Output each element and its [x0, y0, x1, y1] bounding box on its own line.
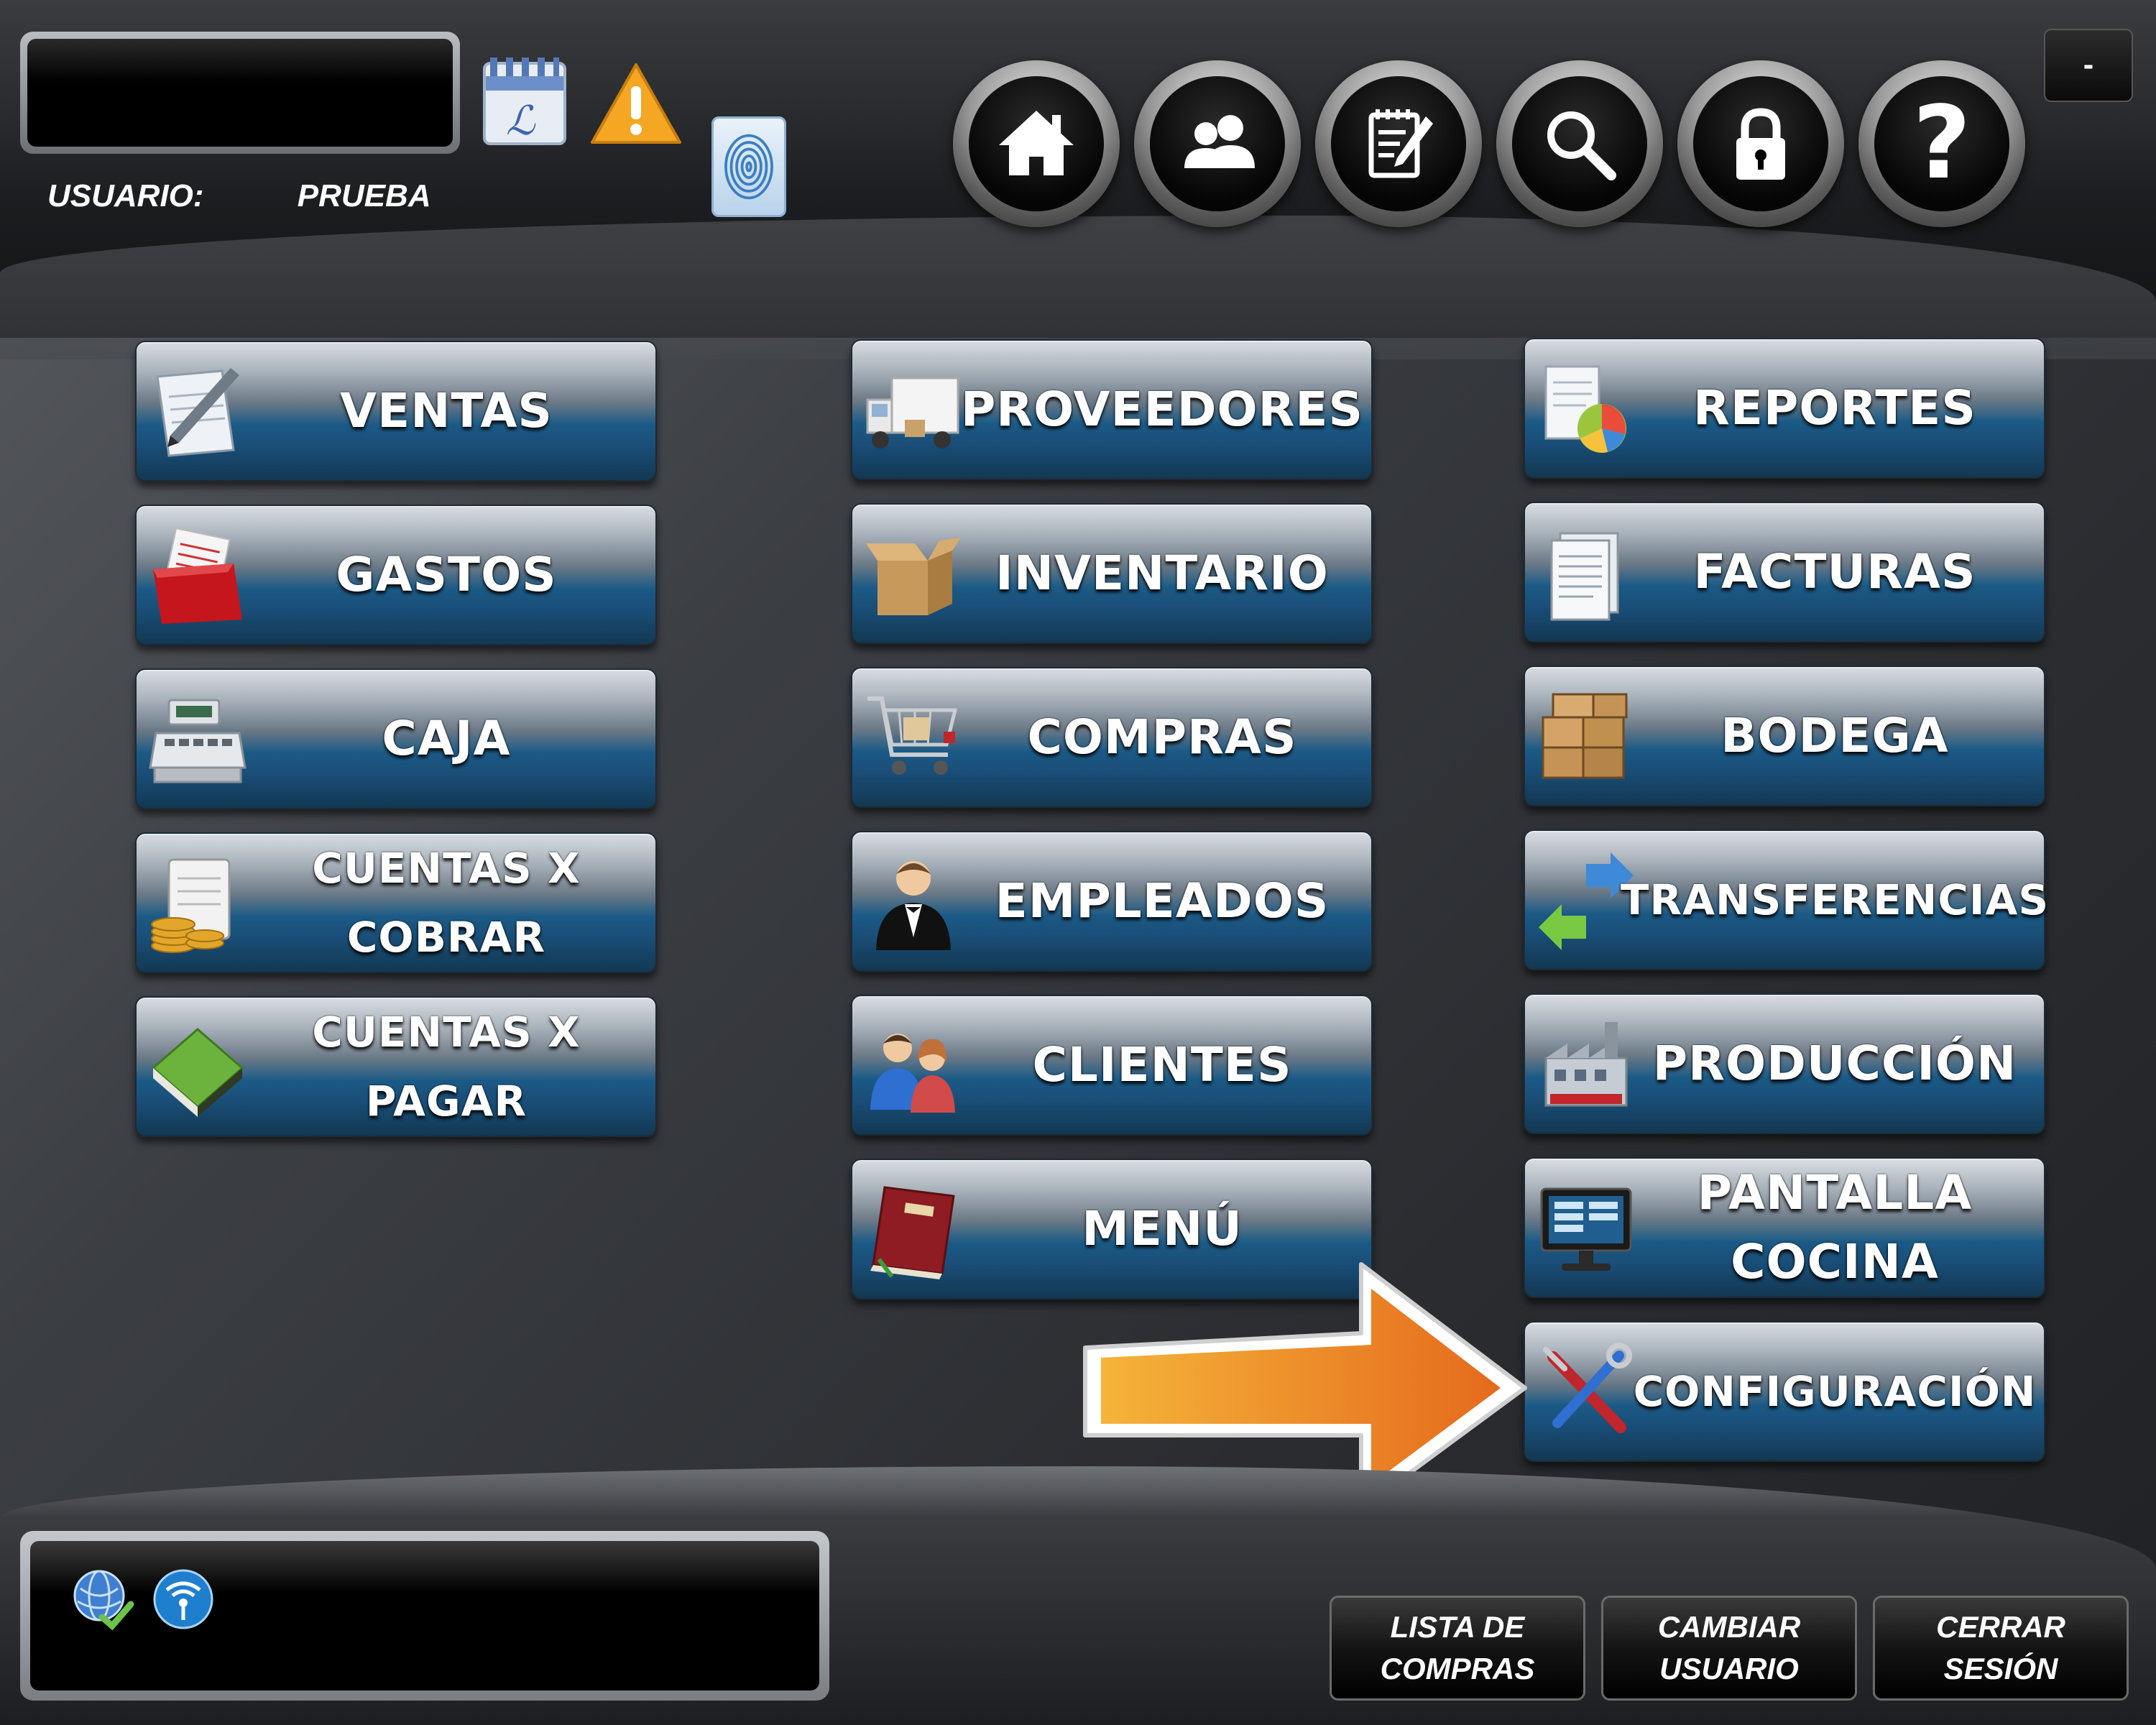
module-inventario-button[interactable]: INVENTARIO — [851, 503, 1373, 644]
shopping-cart-icon — [860, 676, 967, 802]
calendar-icon[interactable]: ℒ — [483, 58, 566, 145]
module-inventario-label: INVENTARIO — [995, 546, 1329, 601]
red-folder-icon — [144, 513, 252, 640]
module-cuentas-cobrar-label: CUENTAS X COBRAR — [312, 844, 581, 962]
top-display — [20, 32, 460, 154]
nav-lock-button[interactable] — [1677, 60, 1844, 227]
globe-check-icon — [73, 1570, 134, 1631]
status-display-screen — [30, 1541, 819, 1690]
nav-help-button[interactable]: ? — [1858, 60, 2025, 227]
module-reportes-label: REPORTES — [1693, 380, 1976, 436]
module-gastos-button[interactable]: GASTOS — [135, 505, 657, 645]
module-clientes-label: CLIENTES — [1032, 1037, 1292, 1092]
module-proveedores-button[interactable]: PROVEEDORES — [851, 339, 1373, 480]
user-label: USUARIO: — [47, 178, 204, 213]
module-ventas-button[interactable]: VENTAS — [135, 341, 657, 482]
user-value: PRUEBA — [297, 178, 431, 213]
module-gastos-label: GASTOS — [336, 547, 557, 602]
module-caja-label: CAJA — [382, 711, 511, 766]
cambiar-usuario-button[interactable]: CAMBIAR USUARIO — [1601, 1596, 1857, 1701]
minimize-button[interactable]: - — [2044, 29, 2133, 102]
module-pantalla-cocina-button[interactable]: PANTALLA COCINA — [1524, 1157, 2045, 1298]
module-caja-button[interactable]: CAJA — [135, 668, 657, 809]
module-compras-label: COMPRAS — [1027, 709, 1297, 765]
lock-icon — [1693, 76, 1828, 211]
monitor-icon — [1532, 1166, 1640, 1292]
module-bodega-label: BODEGA — [1720, 708, 1949, 763]
report-chart-icon — [1532, 346, 1640, 473]
module-cuentas-cobrar-button[interactable]: CUENTAS X COBRAR — [135, 832, 657, 973]
fingerprint-icon[interactable] — [711, 116, 786, 217]
module-empleados-label: EMPLEADOS — [995, 873, 1330, 929]
module-empleados-button[interactable]: EMPLEADOS — [851, 831, 1373, 972]
delivery-truck-icon — [860, 348, 967, 474]
green-book-icon — [144, 1005, 252, 1131]
module-ventas-label: VENTAS — [340, 383, 553, 438]
module-pantalla-cocina-label: PANTALLA COCINA — [1697, 1165, 1973, 1289]
search-icon — [1512, 76, 1647, 211]
users-icon — [1150, 76, 1285, 211]
module-configuracion-label: CONFIGURACIÓN — [1633, 1367, 2037, 1416]
warning-icon[interactable] — [589, 62, 683, 145]
customers-icon — [860, 1003, 967, 1130]
cash-register-icon — [144, 677, 252, 804]
help-glyph: ? — [1912, 85, 1971, 202]
lista-compras-button[interactable]: LISTA DE COMPRAS — [1330, 1596, 1585, 1701]
user-info: USUARIO: PRUEBA — [47, 178, 431, 214]
module-cuentas-pagar-label: CUENTAS X PAGAR — [312, 1008, 581, 1126]
module-cuentas-pagar-button[interactable]: CUENTAS X PAGAR — [135, 996, 657, 1137]
factory-icon — [1532, 1002, 1640, 1128]
invoice-icon — [1532, 510, 1640, 637]
cardboard-box-icon — [860, 512, 967, 638]
module-compras-button[interactable]: COMPRAS — [851, 667, 1373, 808]
nav-notes-button[interactable] — [1315, 60, 1482, 227]
module-facturas-label: FACTURAS — [1693, 544, 1976, 599]
module-configuracion-button[interactable]: CONFIGURACIÓN — [1524, 1321, 2045, 1462]
stacked-boxes-icon — [1532, 674, 1640, 801]
module-proveedores-label: PROVEEDORES — [960, 382, 1364, 437]
notepad-icon — [1331, 76, 1466, 211]
module-produccion-label: PRODUCCIÓN — [1652, 1036, 2017, 1091]
top-display-screen — [27, 39, 453, 147]
module-bodega-button[interactable]: BODEGA — [1524, 666, 2045, 806]
nav-users-button[interactable] — [1134, 60, 1301, 227]
coins-clipboard-icon — [144, 841, 252, 967]
module-reportes-button[interactable]: REPORTES — [1524, 338, 2045, 479]
waiter-icon — [860, 840, 967, 966]
module-produccion-button[interactable]: PRODUCCIÓN — [1524, 993, 2045, 1134]
home-icon — [969, 76, 1104, 211]
wifi-icon — [153, 1569, 213, 1629]
help-icon: ? — [1874, 76, 2009, 211]
wrench-screwdriver-icon — [1532, 1330, 1640, 1456]
pen-paper-icon — [144, 349, 252, 476]
status-display — [20, 1531, 829, 1701]
nav-home-button[interactable] — [953, 60, 1120, 227]
calendar-bar — [486, 76, 563, 91]
module-clientes-button[interactable]: CLIENTES — [851, 995, 1373, 1136]
module-transferencias-button[interactable]: TRANSFERENCIAS — [1524, 829, 2050, 970]
calendar-swirl: ℒ — [506, 98, 535, 144]
module-transferencias-label: TRANSFERENCIAS — [1620, 875, 2050, 924]
menu-book-icon — [860, 1167, 967, 1294]
nav-search-button[interactable] — [1496, 60, 1663, 227]
cerrar-sesion-button[interactable]: CERRAR SESIÓN — [1873, 1596, 2129, 1701]
module-facturas-button[interactable]: FACTURAS — [1524, 502, 2045, 643]
